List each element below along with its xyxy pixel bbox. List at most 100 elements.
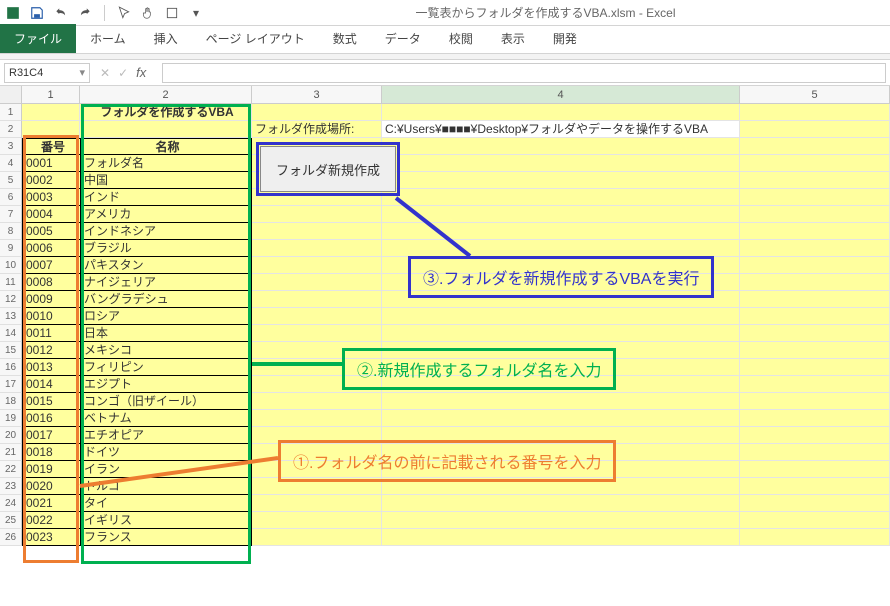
table-cell-num[interactable]: 0003	[22, 189, 80, 206]
col-header[interactable]: 3	[252, 86, 382, 103]
table-cell-num[interactable]: 0007	[22, 257, 80, 274]
table-cell-num[interactable]: 0015	[22, 393, 80, 410]
table-cell-num[interactable]: 0023	[22, 529, 80, 546]
table-cell-num[interactable]: 0016	[22, 410, 80, 427]
cell[interactable]	[382, 104, 740, 121]
table-cell-num[interactable]: 0021	[22, 495, 80, 512]
table-cell-num[interactable]: 0009	[22, 291, 80, 308]
table-cell-name[interactable]: フィリピン	[80, 359, 252, 376]
cell[interactable]	[740, 257, 890, 274]
cell[interactable]	[252, 495, 382, 512]
row-number[interactable]: 8	[0, 223, 22, 240]
cell[interactable]	[252, 308, 382, 325]
table-header-num[interactable]: 番号	[22, 138, 80, 155]
cell[interactable]	[22, 104, 80, 121]
cell[interactable]	[252, 240, 382, 257]
tab-review[interactable]: 校閲	[435, 24, 487, 53]
table-cell-name[interactable]: 中国	[80, 172, 252, 189]
cell[interactable]	[740, 206, 890, 223]
cell[interactable]	[740, 291, 890, 308]
row-number[interactable]: 4	[0, 155, 22, 172]
cell[interactable]	[740, 512, 890, 529]
cell[interactable]	[382, 325, 740, 342]
table-cell-num[interactable]: 0022	[22, 512, 80, 529]
cell[interactable]	[740, 308, 890, 325]
row-number[interactable]: 19	[0, 410, 22, 427]
table-cell-name[interactable]: エチオピア	[80, 427, 252, 444]
cell[interactable]	[382, 529, 740, 546]
cell[interactable]	[740, 359, 890, 376]
table-cell-num[interactable]: 0018	[22, 444, 80, 461]
row-number[interactable]: 24	[0, 495, 22, 512]
table-cell-num[interactable]: 0019	[22, 461, 80, 478]
cell[interactable]	[252, 104, 382, 121]
row-number[interactable]: 18	[0, 393, 22, 410]
cell[interactable]	[740, 427, 890, 444]
cell[interactable]	[740, 172, 890, 189]
table-cell-name[interactable]: イラン	[80, 461, 252, 478]
path-value[interactable]: C:¥Users¥■■■■¥Desktop¥フォルダやデータを操作するVBA	[382, 121, 740, 138]
cell[interactable]	[382, 206, 740, 223]
row-number[interactable]: 26	[0, 529, 22, 546]
tab-file[interactable]: ファイル	[0, 24, 76, 53]
row-number[interactable]: 10	[0, 257, 22, 274]
row-number[interactable]: 16	[0, 359, 22, 376]
cell[interactable]	[382, 155, 740, 172]
row-number[interactable]: 14	[0, 325, 22, 342]
cell[interactable]	[740, 325, 890, 342]
table-cell-num[interactable]: 0004	[22, 206, 80, 223]
cell[interactable]	[382, 172, 740, 189]
row-number[interactable]: 3	[0, 138, 22, 155]
cell[interactable]	[740, 495, 890, 512]
table-cell-name[interactable]: インド	[80, 189, 252, 206]
table-cell-name[interactable]: フォルダ名	[80, 155, 252, 172]
table-cell-name[interactable]: イギリス	[80, 512, 252, 529]
cell[interactable]	[740, 138, 890, 155]
tab-home[interactable]: ホーム	[76, 24, 140, 53]
row-number[interactable]: 9	[0, 240, 22, 257]
row-number[interactable]: 11	[0, 274, 22, 291]
col-header[interactable]: 1	[22, 86, 80, 103]
table-cell-num[interactable]: 0011	[22, 325, 80, 342]
cell[interactable]	[252, 529, 382, 546]
col-header[interactable]: 2	[80, 86, 252, 103]
row-number[interactable]: 1	[0, 104, 22, 121]
row-number[interactable]: 20	[0, 427, 22, 444]
table-cell-num[interactable]: 0017	[22, 427, 80, 444]
cell[interactable]	[740, 410, 890, 427]
redo-icon[interactable]	[76, 4, 94, 22]
table-cell-num[interactable]: 0005	[22, 223, 80, 240]
table-cell-num[interactable]: 0012	[22, 342, 80, 359]
cell[interactable]	[252, 206, 382, 223]
cell[interactable]	[382, 223, 740, 240]
table-cell-name[interactable]: 日本	[80, 325, 252, 342]
table-cell-num[interactable]: 0013	[22, 359, 80, 376]
cell[interactable]	[252, 223, 382, 240]
row-number[interactable]: 22	[0, 461, 22, 478]
cell[interactable]	[252, 325, 382, 342]
cell[interactable]	[382, 240, 740, 257]
cell[interactable]	[252, 257, 382, 274]
row-number[interactable]: 21	[0, 444, 22, 461]
title-cell[interactable]: フォルダを作成するVBA	[80, 104, 252, 121]
table-cell-num[interactable]: 0014	[22, 376, 80, 393]
row-number[interactable]: 2	[0, 121, 22, 138]
table-cell-name[interactable]: ナイジェリア	[80, 274, 252, 291]
table-cell-name[interactable]: アメリカ	[80, 206, 252, 223]
table-cell-name[interactable]: ベトナム	[80, 410, 252, 427]
row-number[interactable]: 25	[0, 512, 22, 529]
table-cell-num[interactable]: 0008	[22, 274, 80, 291]
table-cell-num[interactable]: 0006	[22, 240, 80, 257]
tab-pagelayout[interactable]: ページ レイアウト	[192, 24, 319, 53]
cell[interactable]	[382, 138, 740, 155]
enter-icon[interactable]: ✓	[118, 66, 128, 80]
cell[interactable]	[740, 444, 890, 461]
cell[interactable]	[740, 342, 890, 359]
cell[interactable]	[740, 121, 890, 138]
select-all-corner[interactable]	[0, 86, 22, 103]
table-cell-name[interactable]: フランス	[80, 529, 252, 546]
cell[interactable]	[740, 189, 890, 206]
tab-developer[interactable]: 開発	[539, 24, 591, 53]
path-label[interactable]: フォルダ作成場所:	[252, 121, 382, 138]
cell[interactable]	[740, 376, 890, 393]
